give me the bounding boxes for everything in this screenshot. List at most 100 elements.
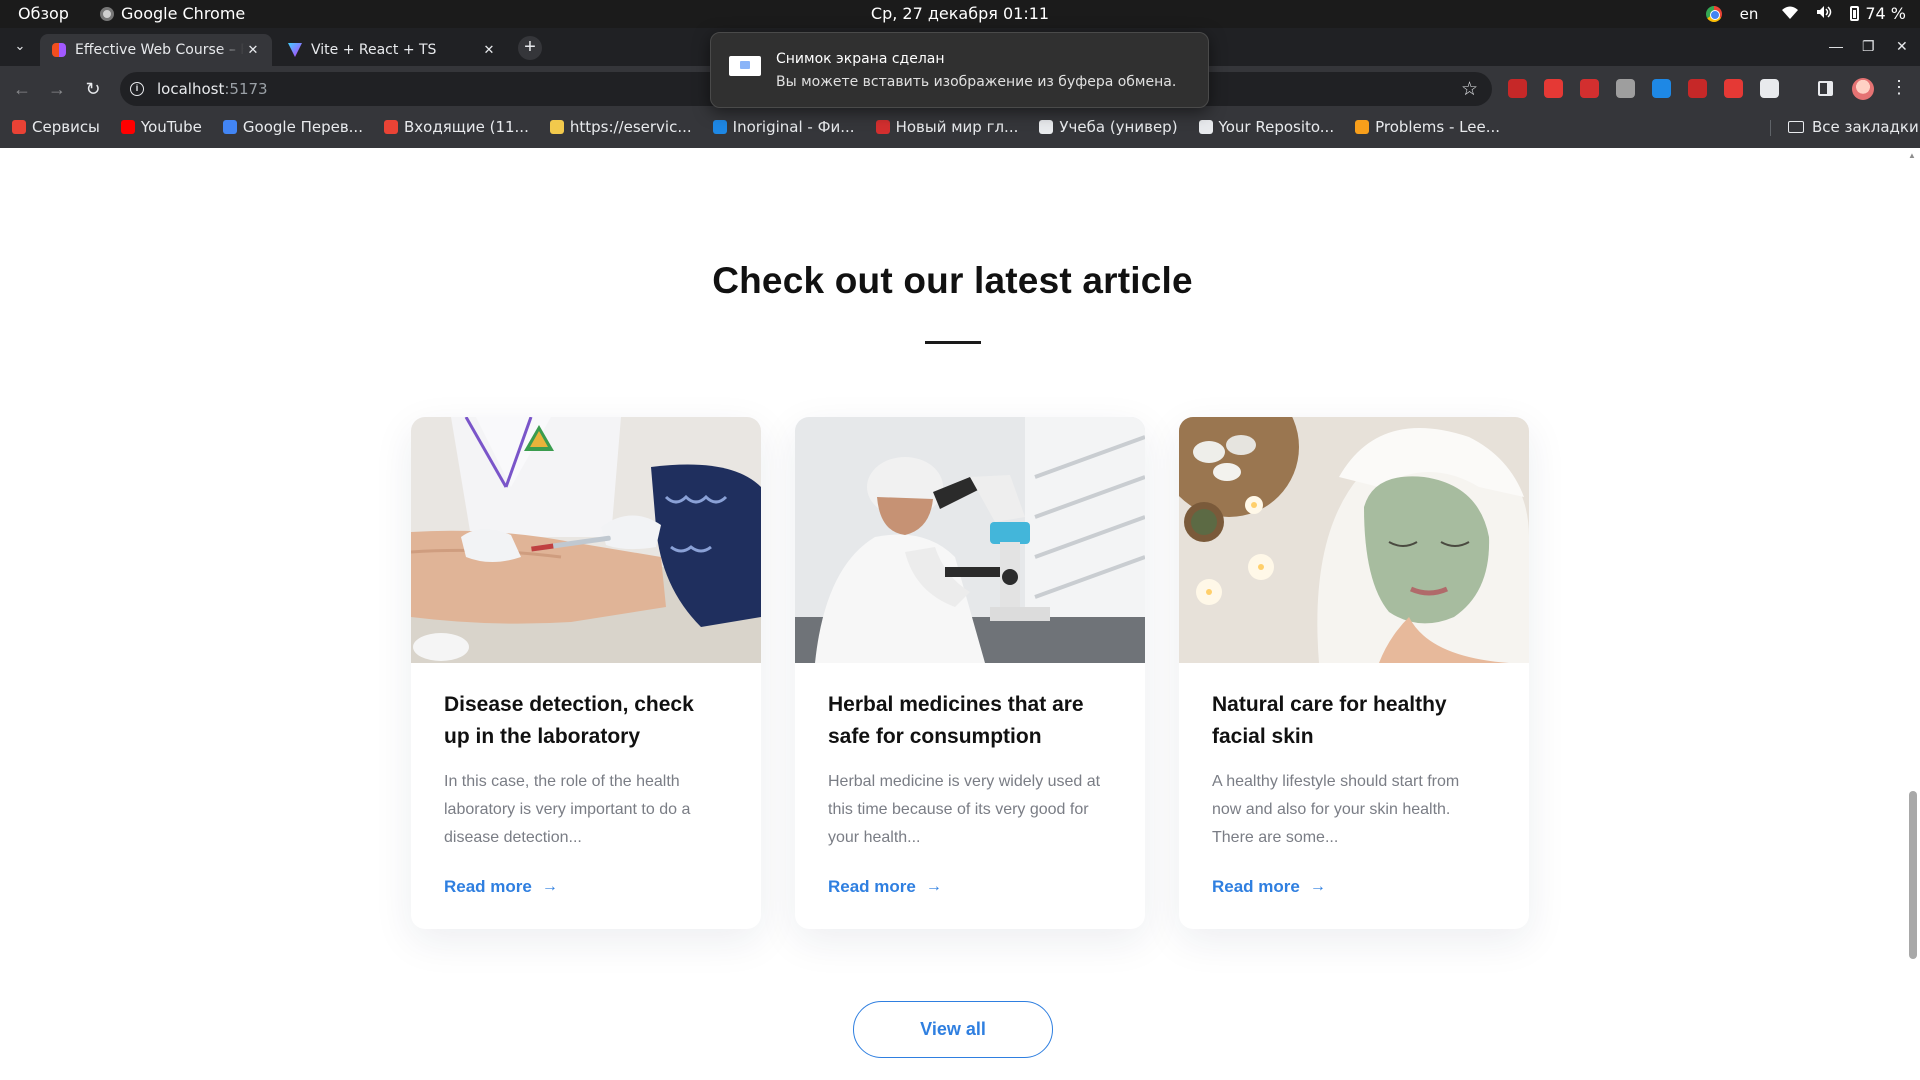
scroll-up-arrow-icon[interactable]: ▲ [1908, 151, 1916, 160]
battery-percent: 74 % [1865, 4, 1906, 23]
back-arrow-icon[interactable]: ← [11, 78, 33, 100]
bookmark-label: Problems - Lee... [1375, 118, 1501, 136]
figma-icon [52, 43, 66, 57]
bookmark-item[interactable]: Problems - Lee... [1355, 118, 1500, 136]
keyboard-layout-indicator[interactable]: en [1740, 5, 1759, 23]
bookmark-label: YouTube [140, 118, 202, 136]
bookmark-item[interactable]: Учеба (универ) [1039, 118, 1178, 136]
reload-icon[interactable]: ↻ [82, 78, 104, 100]
checkbox-extension-icon[interactable] [1616, 79, 1635, 98]
bookmark-item[interactable]: YouTube [120, 118, 202, 136]
bookmark-star-icon[interactable]: ☆ [1461, 78, 1478, 101]
leetcode-icon [1355, 120, 1370, 134]
close-window-icon[interactable]: ✕ [1896, 38, 1908, 55]
notion-icon [1039, 120, 1054, 134]
system-tray[interactable]: en 74 % [1705, 4, 1906, 23]
article-card[interactable]: Natural care for healthy facial skin A h… [1179, 417, 1529, 929]
bookmarks-list: Сервисы YouTube Google Перев... Входящие (1… [12, 112, 1521, 142]
minimize-icon[interactable]: — [1829, 38, 1843, 54]
page-scrollbar[interactable]: ▲ [1905, 148, 1920, 1080]
article-card[interactable]: Herbal medicines that are safe for consu… [795, 417, 1145, 929]
article-title[interactable]: Disease detection, check up in the labor… [444, 689, 724, 753]
apps-grid-icon [12, 120, 26, 134]
read-more-label: Read more [828, 877, 916, 896]
article-excerpt: In this case, the role of the health lab… [444, 773, 691, 846]
url-text[interactable]: localhost:5173 [157, 80, 268, 98]
laboratory-blood-test-photo[interactable] [411, 417, 761, 663]
tab-effective-web-course[interactable]: Effective Web Course – F ✕ [40, 34, 272, 66]
tab-vite-react[interactable]: Vite + React + TS ✕ [276, 34, 508, 66]
wifi-icon[interactable] [1782, 5, 1799, 23]
gmail-icon [383, 120, 398, 134]
site-info-icon[interactable]: i [130, 82, 144, 96]
article-excerpt: Herbal medicine is very widely used at t… [828, 773, 1101, 846]
ublock-extension-icon[interactable] [1508, 79, 1527, 98]
bookmarks-separator [1770, 120, 1771, 136]
bookmark-label: https://eservic... [569, 118, 692, 136]
scientist-microscope-photo[interactable] [795, 417, 1145, 663]
title-divider [925, 341, 981, 344]
bookmark-label: Inoriginal - Фи... [732, 118, 855, 136]
article-title[interactable]: Natural care for healthy facial skin [1212, 689, 1492, 753]
activities-overview-button[interactable]: Обзор [18, 4, 69, 23]
article-excerpt: A healthy lifestyle should start from no… [1212, 773, 1460, 846]
puzzle-extensions-icon[interactable] [1760, 79, 1779, 98]
article-card[interactable]: Disease detection, check up in the labor… [411, 417, 761, 929]
forward-arrow-icon[interactable]: → [46, 78, 68, 100]
bookmark-item[interactable]: Inoriginal - Фи... [712, 118, 855, 136]
scrollbar-thumb[interactable] [1909, 791, 1917, 959]
close-tab-icon[interactable]: ✕ [244, 41, 262, 59]
read-more-label: Read more [1212, 877, 1300, 896]
read-more-label: Read more [444, 877, 532, 896]
bookmark-site-icon [875, 120, 890, 134]
arrow-right-icon: → [925, 878, 942, 895]
vite-icon [288, 43, 302, 57]
read-more-link[interactable]: Read more → [828, 877, 942, 897]
facial-mask-spa-photo[interactable] [1179, 417, 1529, 663]
google-translate-icon [222, 120, 237, 134]
read-more-link[interactable]: Read more → [444, 877, 558, 897]
volume-icon[interactable] [1816, 5, 1832, 23]
bookmark-label: Учеба (универ) [1059, 118, 1178, 136]
maximize-icon[interactable]: ❐ [1862, 38, 1875, 55]
clock[interactable]: Ср, 27 декабря 01:11 [0, 4, 1920, 23]
bookmark-item[interactable]: https://eservic... [549, 118, 692, 136]
new-tab-button[interactable]: + [518, 36, 542, 60]
bookmark-item[interactable]: Сервисы [12, 118, 100, 136]
chrome-app-icon [100, 6, 114, 21]
notification-body: Вы можете вставить изображение из буфера… [776, 74, 1177, 90]
close-tab-icon[interactable]: ✕ [480, 41, 498, 59]
bookmarks-bar: Сервисы YouTube Google Перев... Входящие (1… [0, 112, 1920, 148]
bookmark-label: Your Reposito... [1218, 118, 1335, 136]
youtube-extension-icon[interactable] [1688, 79, 1707, 98]
notification-title: Снимок экрана сделан [776, 51, 945, 67]
bookmark-item[interactable]: Входящие (11... [383, 118, 529, 136]
folder-icon [1788, 121, 1804, 133]
chrome-menu-icon[interactable]: ⋮ [1890, 77, 1908, 98]
view-all-button[interactable]: View all [853, 1001, 1053, 1058]
play-circle-icon [712, 120, 727, 134]
gift-extension-icon[interactable] [1724, 79, 1743, 98]
wave-extension-icon[interactable] [1652, 79, 1671, 98]
all-bookmarks-button[interactable]: Все закладки [1788, 118, 1919, 136]
bookmark-item[interactable]: Your Reposito... [1198, 118, 1335, 136]
tab-title: Effective Web Course – F [75, 42, 244, 58]
todoist-extension-icon[interactable] [1544, 79, 1563, 98]
tab-search-chevron-icon[interactable]: ⌄ [10, 36, 30, 56]
screenshot-notification[interactable]: Снимок экрана сделан Вы можете вставить … [710, 32, 1209, 108]
bookmark-item[interactable]: Google Перев... [222, 118, 363, 136]
side-panel-icon[interactable] [1818, 81, 1833, 96]
app-menu[interactable]: Google Chrome [100, 4, 245, 23]
bookmark-label: Сервисы [32, 118, 100, 136]
bookmark-item[interactable]: Новый мир гл... [875, 118, 1018, 136]
pen-extension-icon[interactable] [1580, 79, 1599, 98]
read-more-link[interactable]: Read more → [1212, 877, 1326, 897]
article-title[interactable]: Herbal medicines that are safe for consu… [828, 689, 1108, 753]
articles-grid: Disease detection, check up in the labor… [411, 417, 1529, 929]
profile-avatar[interactable] [1852, 78, 1874, 100]
chrome-tray-icon[interactable] [1705, 5, 1722, 22]
arrow-right-icon: → [1309, 878, 1326, 895]
extensions-row [1508, 79, 1779, 98]
all-bookmarks-label: Все закладки [1812, 118, 1919, 136]
battery-indicator[interactable]: 74 % [1850, 4, 1906, 23]
